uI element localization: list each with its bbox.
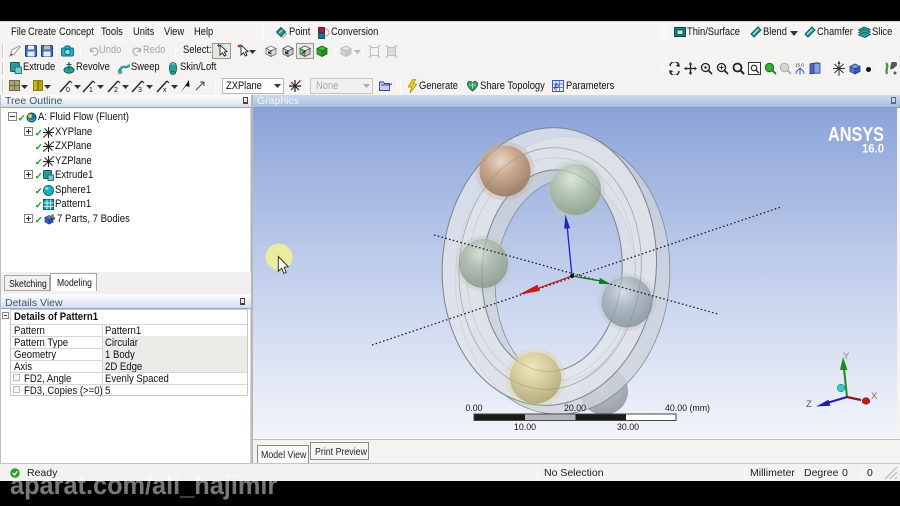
svg-text:1: 1 (89, 87, 93, 93)
svg-text:0: 0 (66, 87, 70, 93)
svg-text:Y: Y (843, 351, 850, 362)
svg-text:2: 2 (114, 87, 118, 93)
svg-text:Z: Z (806, 399, 812, 410)
svg-text:10.00: 10.00 (514, 422, 536, 432)
svg-text:x: x (163, 87, 167, 93)
svg-text:20.00: 20.00 (564, 403, 586, 413)
svg-text:3: 3 (138, 87, 142, 93)
svg-text:P: P (554, 85, 559, 92)
svg-text:16.0: 16.0 (862, 144, 884, 156)
svg-text:30.00: 30.00 (617, 422, 639, 432)
svg-text:0.00: 0.00 (465, 403, 482, 413)
svg-text:15.0: 15.0 (795, 63, 804, 68)
svg-text:X: X (871, 391, 878, 402)
svg-text:40.00 (mm): 40.00 (mm) (665, 403, 710, 413)
